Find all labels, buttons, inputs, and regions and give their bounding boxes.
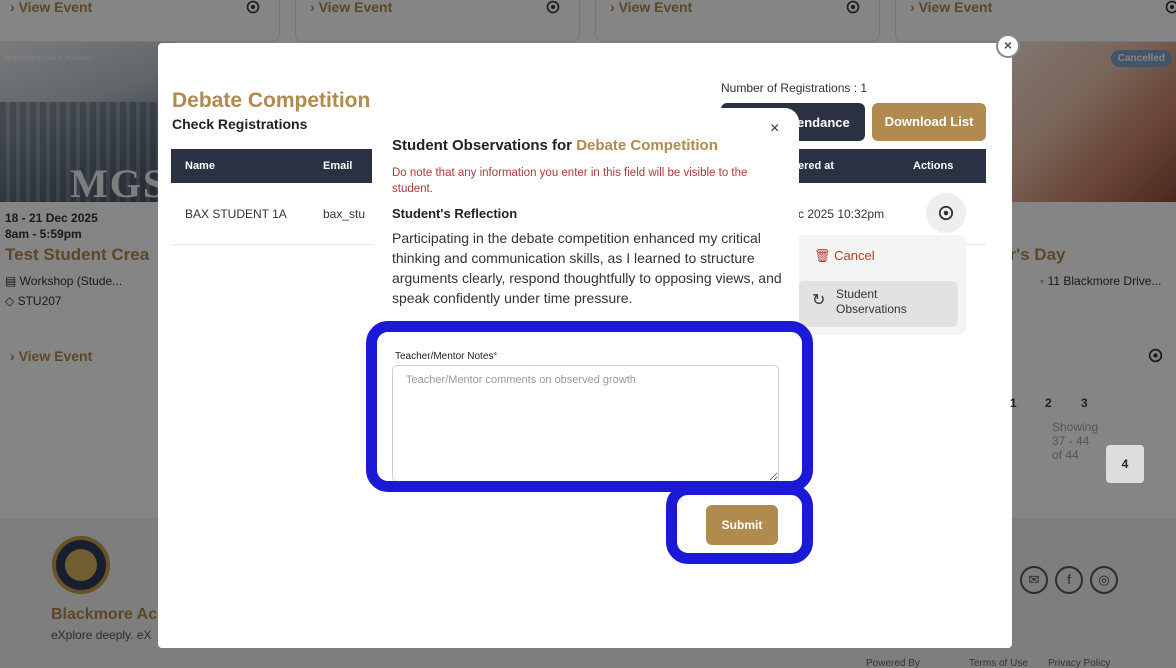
modal-subtitle: Check Registrations [172, 116, 308, 132]
page-link-current[interactable]: 4 [1106, 445, 1144, 483]
row-actions-button[interactable] [926, 193, 966, 233]
column-header: ered at [798, 160, 835, 172]
reflection-text: Participating in the debate competition … [392, 230, 782, 306]
modal-title: Debate Competition [172, 89, 371, 112]
pagination-summary: Showing 37 - 44 of 44 [1052, 420, 1099, 462]
student-observations-dialog: × Student Observations for Debate Compet… [372, 108, 799, 585]
visibility-notice: Do note that any information you enter i… [392, 167, 748, 195]
cancel-registration-button[interactable]: 🗑 Cancel [814, 248, 875, 264]
gear-icon [938, 205, 954, 221]
mentor-notes-input[interactable] [392, 365, 779, 482]
close-registrations-button[interactable]: × [996, 34, 1020, 58]
reflection-heading: Student's Reflection [392, 206, 518, 221]
observation-icon: ↻ [812, 292, 826, 309]
registration-count: Number of Registrations : 1 [721, 81, 868, 95]
notes-label: Teacher/Mentor Notes* [395, 351, 498, 362]
submit-button[interactable]: Submit [706, 505, 778, 545]
dialog-title: Student Observations for Debate Competit… [392, 137, 718, 154]
student-email: bax_stu [323, 207, 366, 221]
close-icon[interactable]: × [770, 120, 779, 138]
column-header: Name [185, 160, 215, 172]
download-list-button[interactable]: Download List [872, 103, 986, 141]
column-header: Email [323, 160, 353, 172]
page-link[interactable]: 2 [1045, 396, 1052, 410]
column-header: Actions [913, 160, 954, 172]
student-observations-button[interactable]: ↻ Student Observations [798, 281, 958, 327]
registered-at: c 2025 10:32pm [798, 207, 885, 221]
student-name: BAX STUDENT 1A [185, 207, 287, 221]
page-link[interactable]: 1 [1010, 396, 1017, 410]
page-link[interactable]: 3 [1081, 396, 1088, 410]
